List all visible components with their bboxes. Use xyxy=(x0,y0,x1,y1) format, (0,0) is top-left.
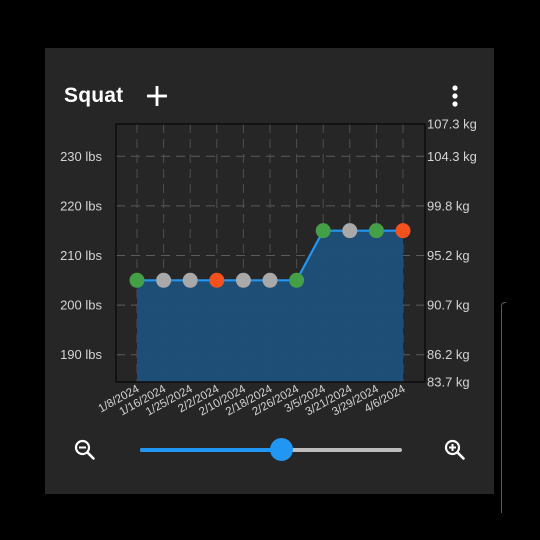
exercise-chart-card xyxy=(45,48,494,494)
data-point[interactable] xyxy=(182,272,198,288)
slider-thumb[interactable] xyxy=(269,438,293,461)
data-point[interactable] xyxy=(156,272,172,288)
slider-track-active xyxy=(140,448,282,452)
more-options-button[interactable] xyxy=(445,82,465,110)
data-point[interactable] xyxy=(289,272,305,288)
more-vert-icon xyxy=(452,85,458,107)
zoom-slider[interactable] xyxy=(140,435,402,465)
data-point[interactable] xyxy=(368,223,384,239)
data-point[interactable] xyxy=(235,272,251,288)
data-point[interactable] xyxy=(129,272,145,288)
zoom-in-button[interactable] xyxy=(442,437,468,463)
data-point[interactable] xyxy=(209,272,225,288)
add-button[interactable] xyxy=(143,82,171,110)
plus-icon xyxy=(147,86,167,106)
zoom-out-icon xyxy=(74,439,95,460)
screen: Squat 190 lbs 200 lbs 210 lbs 220 lbs 230 lb… xyxy=(0,0,540,540)
zoom-in-icon xyxy=(444,439,465,460)
exercise-title: Squat xyxy=(64,84,124,107)
data-point[interactable] xyxy=(315,223,331,239)
data-point[interactable] xyxy=(395,223,411,239)
background-edge xyxy=(501,302,506,513)
data-point[interactable] xyxy=(262,272,278,288)
zoom-out-button[interactable] xyxy=(72,437,98,463)
data-point[interactable] xyxy=(342,223,358,239)
